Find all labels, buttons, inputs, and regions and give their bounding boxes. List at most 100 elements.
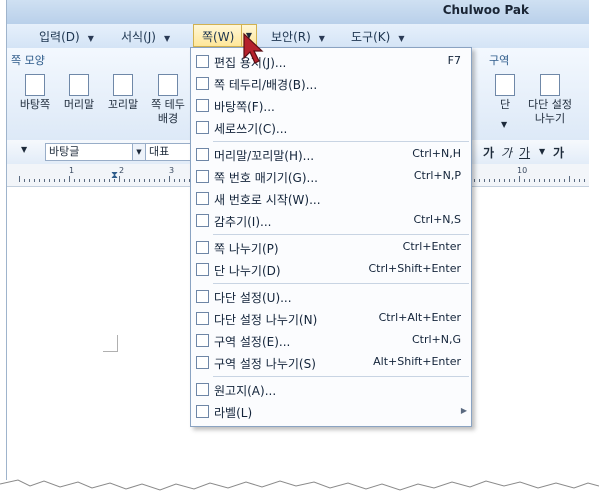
menu-item-label[interactable]: 라벨(L) ▶ [191,401,471,423]
background-page-label: 바탕쪽 [19,98,51,111]
ruler-tick [39,179,40,182]
menu-item-page-setup[interactable]: 편집 용지(J)... F7 [191,51,471,73]
ruler-tick [184,179,185,182]
ruler-tick [79,179,80,182]
menu-item-shortcut: Ctrl+N,G [411,333,461,346]
menu-item-shortcut: Alt+Shift+Enter [373,355,461,368]
label-icon [196,405,209,418]
menu-insert-label: 입력(D) [39,30,80,44]
menu-item-page-border[interactable]: 쪽 테두리/배경(B)... [191,73,471,95]
menu-item-label: 다단 설정(U)... [214,291,292,305]
page-border-label-1: 쪽 테두 [151,98,185,111]
menu-insert[interactable]: 입력(D) ▼ [39,28,94,45]
menu-item-label: 원고지(A)... [214,384,277,398]
ruler-tick [24,179,25,182]
chevron-down-icon[interactable]: ▼ [21,145,27,154]
multi-column-icon [196,290,209,303]
column-label: 단 [499,98,511,111]
ruler-tick [139,179,140,182]
ruler-tick [144,179,145,182]
menu-item-multi-column-break[interactable]: 다단 설정 나누기(N) Ctrl+Alt+Enter [191,308,471,330]
menu-item-manuscript[interactable]: 원고지(A)... [191,379,471,401]
menu-item-master-page[interactable]: 바탕쪽(F)... [191,95,471,117]
header-button[interactable]: 머리말 [59,74,99,112]
ruler-tick [584,179,585,182]
section-setup-icon [196,334,209,347]
ruler-tick [559,179,560,182]
chevron-down-icon[interactable]: ▼ [539,147,545,156]
ruler-tick [554,179,555,182]
menu-format[interactable]: 서식(J) ▼ [121,28,170,45]
ruler-tick [114,179,115,182]
column-break-icon [196,263,209,276]
multi-column-label-2: 나누기 [534,112,566,125]
font-select[interactable]: 대표 [145,143,196,161]
ruler-tick [169,176,170,182]
ruler-tick [84,179,85,182]
ruler-tick [89,179,90,182]
ruler-tick [164,179,165,182]
menu-separator [213,376,469,377]
footer-button[interactable]: 꼬리말 [103,74,143,112]
ruler-tick [74,179,75,182]
chevron-down-icon[interactable]: ▼ [132,144,145,160]
menu-item-multi-column[interactable]: 다단 설정(U)... [191,286,471,308]
header-label: 머리말 [63,98,95,111]
multi-column-label-1: 다단 설정 [528,98,572,111]
ruler-tick [59,179,60,182]
master-page-icon [196,99,209,112]
menu-item-page-break[interactable]: 쪽 나누기(P) Ctrl+Enter [191,237,471,259]
menu-item-section-setup[interactable]: 구역 설정(E)... Ctrl+N,G [191,330,471,352]
ruler-tick [499,179,500,182]
ruler-tick [44,179,45,182]
ruler-tick [574,179,575,182]
menu-item-label: 새 번호로 시작(W)... [214,193,321,207]
menu-tools[interactable]: 도구(K) ▼ [351,28,404,45]
ruler-tick [179,179,180,182]
ruler-tick [494,179,495,182]
bold-button[interactable]: 가 [483,144,494,161]
ruler-number: 3 [169,166,175,175]
ruler-tick [124,179,125,182]
page-border-button[interactable]: 쪽 테두 배경 [147,74,189,126]
title-bar: Chulwoo Pak [7,0,589,24]
column-button[interactable]: 단 [491,74,519,112]
menu-item-hide[interactable]: 감추기(I)... Ctrl+N,S [191,210,471,232]
ruler-tick [19,176,20,182]
ruler-tick [69,176,70,182]
menu-item-column-break[interactable]: 단 나누기(D) Ctrl+Shift+Enter [191,259,471,281]
menu-security[interactable]: 보안(R) ▼ [271,28,325,45]
ruler-tick [99,179,100,182]
page-setup-icon [196,55,209,68]
menu-item-shortcut: Ctrl+N,P [413,169,461,182]
multi-column-break-ribbon-button[interactable]: 다단 설정 나누기 [521,74,579,126]
background-page-button[interactable]: 바탕쪽 [15,74,55,112]
underline-button[interactable]: 가 [519,144,530,161]
menu-item-shortcut: Ctrl+Alt+Enter [378,311,461,324]
ruler-tick [34,179,35,182]
ruler-tick [564,179,565,182]
paragraph-corner-mark [103,335,118,352]
chevron-down-icon: ▼ [87,34,94,43]
submenu-arrow-icon: ▶ [460,406,467,415]
page-border-label-2: 배경 [157,112,179,125]
group-label-section: 구역 [489,54,510,67]
menu-item-vertical-text[interactable]: 세로쓰기(C)... [191,117,471,139]
menu-item-new-number[interactable]: 새 번호로 시작(W)... [191,188,471,210]
style-select[interactable]: 바탕글 ▼ [45,143,146,161]
strike-button[interactable]: 가 [553,144,564,161]
page-border-icon [196,77,209,90]
menu-item-label: 쪽 나누기(P) [214,242,279,256]
menu-page[interactable]: 쪽(W) [193,24,242,47]
ruler-tick [489,179,490,182]
page-border-icon [158,74,178,96]
menu-item-section-break[interactable]: 구역 설정 나누기(S) Alt+Shift+Enter [191,352,471,374]
italic-button[interactable]: 가 [501,144,512,161]
menu-item-page-number[interactable]: 쪽 번호 매기기(G)... Ctrl+N,P [191,166,471,188]
menu-item-label: 머리말/꼬리말(H)... [214,149,315,163]
menu-item-header-footer[interactable]: 머리말/꼬리말(H)... Ctrl+N,H [191,144,471,166]
page-number-icon [196,170,209,183]
ruler-tick [519,176,520,182]
chevron-down-icon[interactable]: ▼ [501,120,507,129]
menu-item-shortcut: Ctrl+N,H [412,147,461,160]
